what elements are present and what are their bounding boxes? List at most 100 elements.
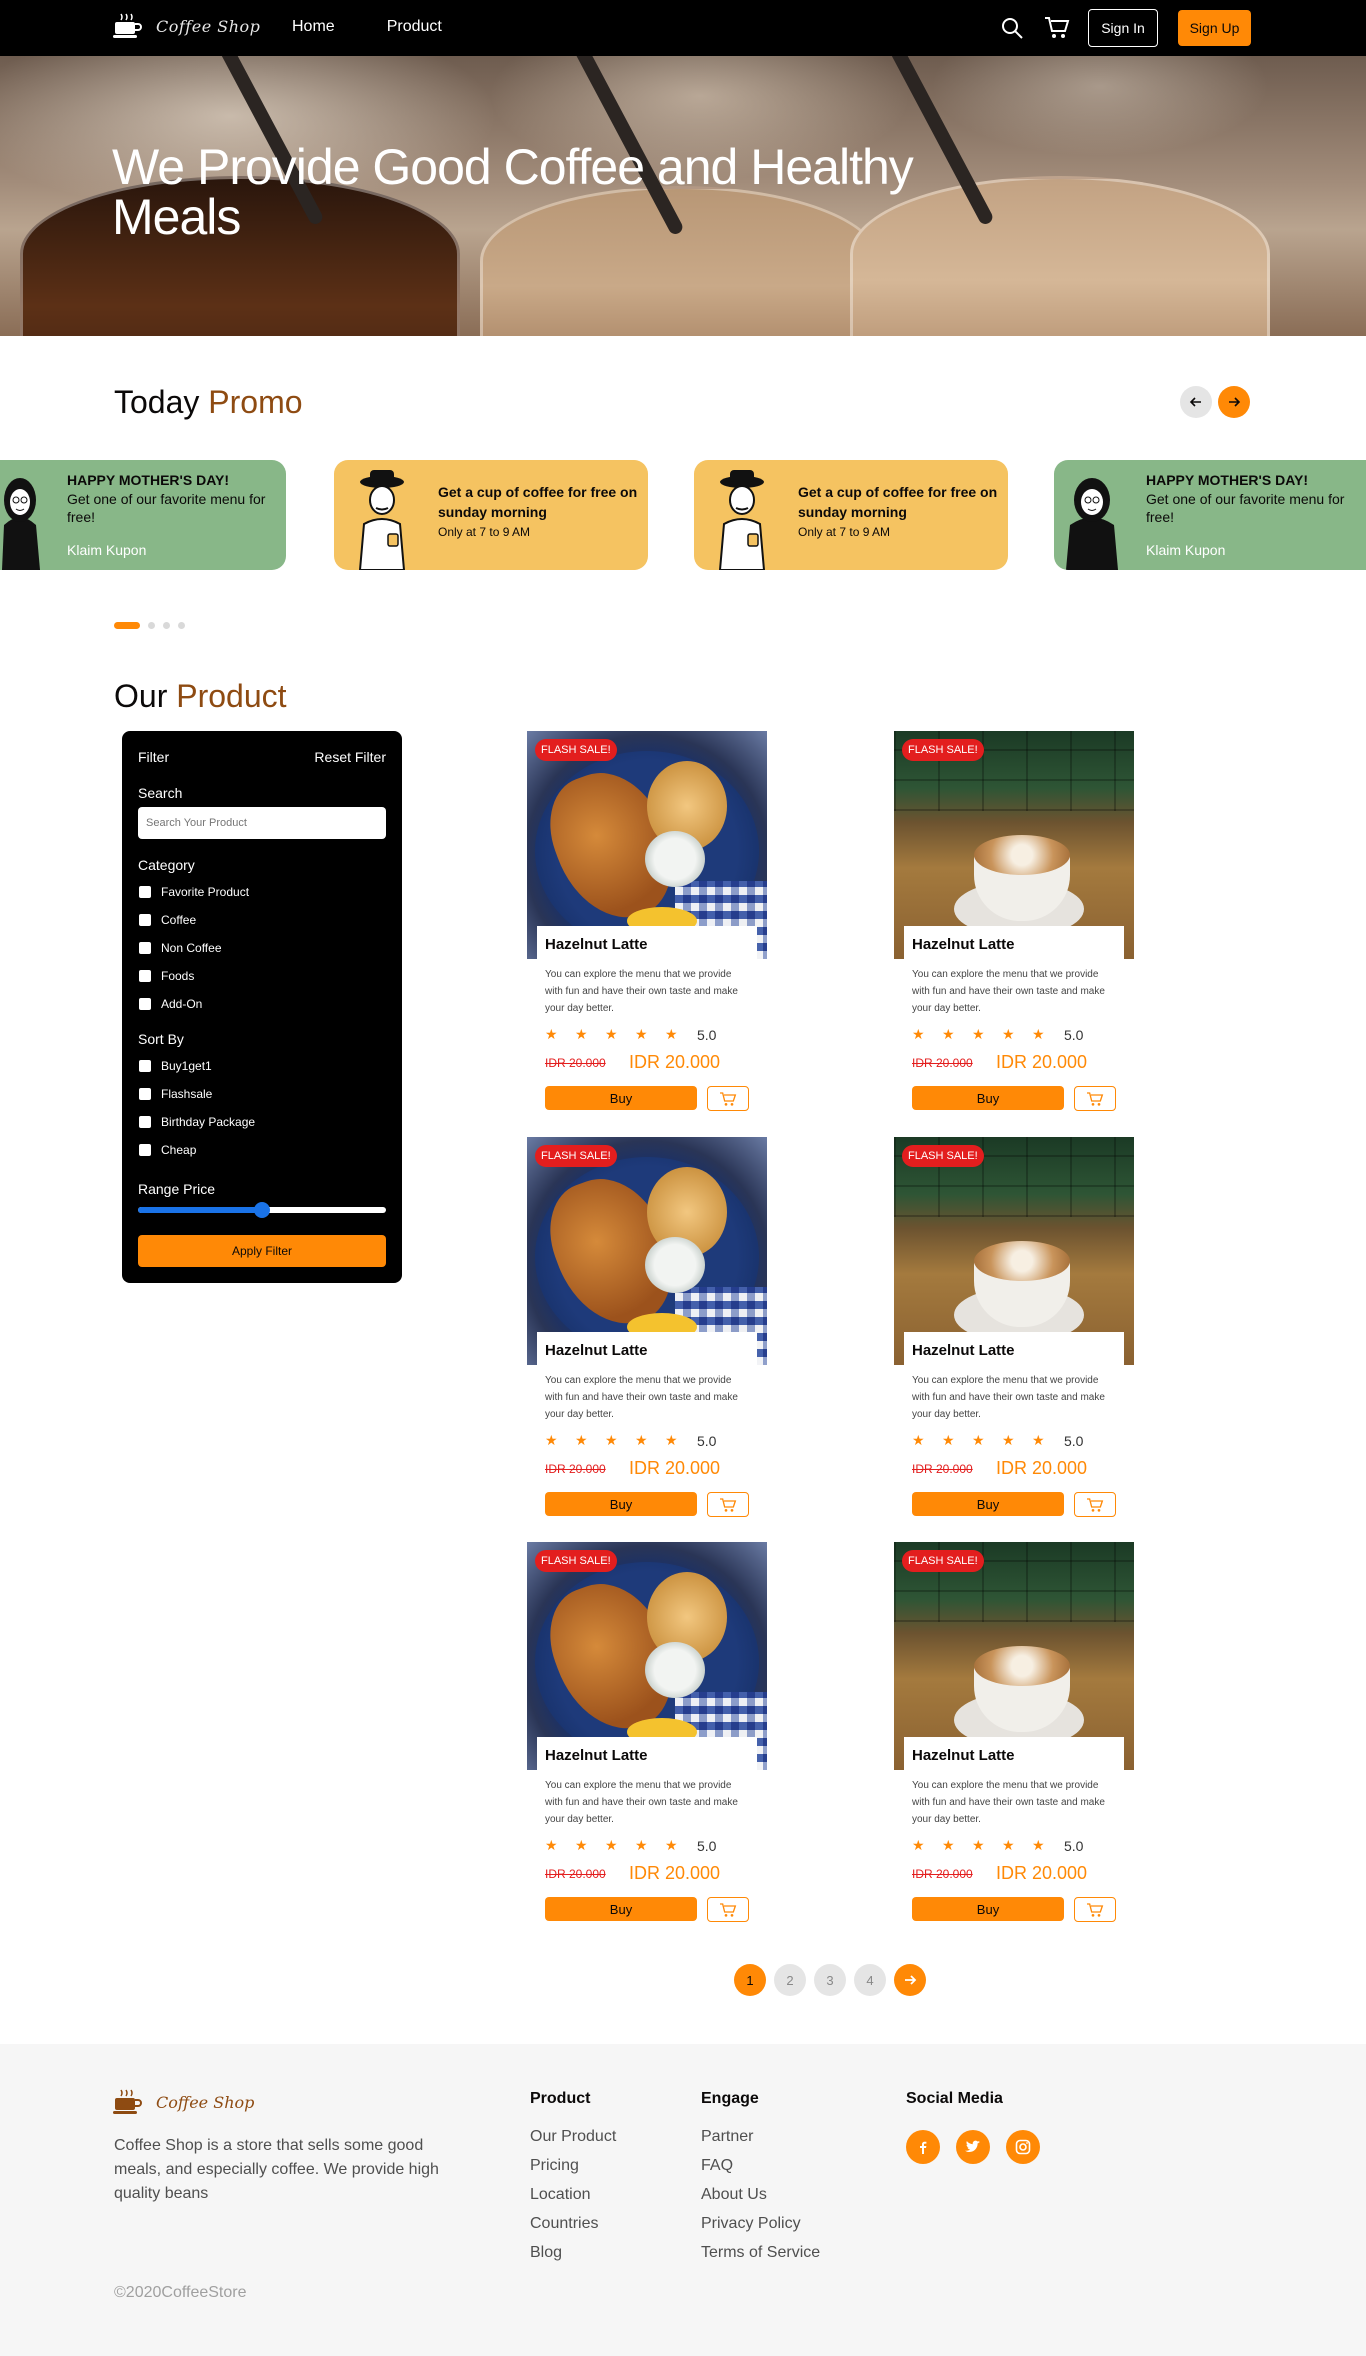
checkbox[interactable] (139, 1144, 151, 1156)
price-range-thumb[interactable] (254, 1202, 270, 1218)
footer-link[interactable]: Partner (701, 2128, 820, 2146)
sign-up-button[interactable]: Sign Up (1178, 10, 1251, 46)
flash-sale-badge: FLASH SALE! (902, 1145, 984, 1167)
category-checkbox[interactable]: Add-On (139, 997, 202, 1011)
footer-link[interactable]: Our Product (530, 2128, 616, 2146)
footer-logo[interactable]: Coffee Shop (112, 2088, 254, 2116)
product-name[interactable]: Hazelnut Latte (912, 1342, 1015, 1359)
footer-link[interactable]: Blog (530, 2244, 616, 2262)
footer-link[interactable]: Terms of Service (701, 2244, 820, 2262)
product-image[interactable] (527, 731, 767, 959)
buy-button[interactable]: Buy (912, 1492, 1064, 1516)
checkbox[interactable] (139, 1060, 151, 1072)
footer-link[interactable]: Location (530, 2186, 616, 2204)
add-to-cart-button[interactable] (707, 1086, 749, 1111)
footer-link[interactable]: Privacy Policy (701, 2215, 820, 2233)
product-image[interactable] (894, 1542, 1134, 1770)
logo[interactable]: Coffee Shop (112, 12, 260, 40)
sort-checkbox[interactable]: Flashsale (139, 1087, 212, 1101)
search-icon[interactable] (1000, 16, 1024, 40)
carousel-dot[interactable] (163, 622, 170, 629)
buy-button[interactable]: Buy (912, 1086, 1064, 1110)
add-to-cart-button[interactable] (1074, 1492, 1116, 1517)
product-card[interactable]: FLASH SALE! Hazelnut Latte You can explore… (894, 731, 1134, 1126)
buy-button[interactable]: Buy (545, 1897, 697, 1921)
promo-card[interactable]: Get a cup of coffee for free on sunday m… (334, 460, 648, 570)
category-checkbox[interactable]: Favorite Product (139, 885, 249, 899)
product-card[interactable]: FLASH SALE! Hazelnut Latte You can explore… (527, 1542, 767, 1937)
star-icon: ★ (942, 1432, 955, 1448)
product-card[interactable]: FLASH SALE! Hazelnut Latte You can explore… (527, 1137, 767, 1532)
sort-checkbox[interactable]: Birthday Package (139, 1115, 255, 1129)
next-page-button[interactable] (894, 1964, 926, 1996)
promo-next-button[interactable] (1218, 386, 1250, 418)
instagram-icon[interactable] (1006, 2130, 1040, 2164)
sign-in-button[interactable]: Sign In (1088, 9, 1158, 47)
sale-price: IDR 20.000 (629, 1863, 721, 1883)
checkbox[interactable] (139, 1116, 151, 1128)
category-option-label: Foods (161, 969, 195, 983)
star-icon: ★ (1002, 1432, 1015, 1448)
category-checkbox[interactable]: Non Coffee (139, 941, 222, 955)
checkbox[interactable] (139, 886, 151, 898)
carousel-dot[interactable] (178, 622, 185, 629)
carousel-dot[interactable] (114, 622, 140, 629)
page-button[interactable]: 3 (814, 1964, 846, 1996)
footer-link[interactable]: Countries (530, 2215, 616, 2233)
product-image[interactable] (894, 731, 1134, 959)
sort-checkbox[interactable]: Cheap (139, 1143, 196, 1157)
nav-product-link[interactable]: Product (387, 18, 442, 36)
promo-card[interactable]: Get a cup of coffee for free on sunday m… (694, 460, 1008, 570)
star-icon: ★ (912, 1432, 925, 1448)
checkbox[interactable] (139, 1088, 151, 1100)
add-to-cart-button[interactable] (707, 1897, 749, 1922)
product-name[interactable]: Hazelnut Latte (545, 936, 648, 953)
cart-icon[interactable] (1044, 15, 1070, 41)
promo-prev-button[interactable] (1180, 386, 1212, 418)
product-name[interactable]: Hazelnut Latte (912, 936, 1015, 953)
product-image[interactable] (527, 1137, 767, 1365)
product-image[interactable] (894, 1137, 1134, 1365)
checkbox[interactable] (139, 970, 151, 982)
carousel-dot[interactable] (148, 622, 155, 629)
page-button[interactable]: 1 (734, 1964, 766, 1996)
add-to-cart-button[interactable] (707, 1492, 749, 1517)
product-card[interactable]: FLASH SALE! Hazelnut Latte You can explore… (527, 731, 767, 1126)
buy-button[interactable]: Buy (912, 1897, 1064, 1921)
page-button[interactable]: 2 (774, 1964, 806, 1996)
buy-button[interactable]: Buy (545, 1086, 697, 1110)
search-input[interactable] (138, 807, 386, 839)
footer-link[interactable]: FAQ (701, 2157, 820, 2175)
checkbox[interactable] (139, 942, 151, 954)
product-name[interactable]: Hazelnut Latte (545, 1342, 648, 1359)
nav-home-link[interactable]: Home (292, 18, 335, 36)
promo-card[interactable]: HAPPY MOTHER'S DAY! Get one of our favor… (1054, 460, 1366, 570)
page-button[interactable]: 4 (854, 1964, 886, 1996)
product-card[interactable]: FLASH SALE! Hazelnut Latte You can explore… (894, 1137, 1134, 1532)
claim-coupon-link[interactable]: Klaim Kupon (67, 542, 146, 558)
copyright: ©2020CoffeeStore (114, 2284, 247, 2301)
apply-filter-button[interactable]: Apply Filter (138, 1235, 386, 1267)
footer-link[interactable]: About Us (701, 2186, 820, 2204)
promo-card-subtitle: Get one of our favorite menu for free! (67, 491, 266, 525)
sort-checkbox[interactable]: Buy1get1 (139, 1059, 212, 1073)
add-to-cart-button[interactable] (1074, 1897, 1116, 1922)
product-name[interactable]: Hazelnut Latte (912, 1747, 1015, 1764)
promo-title-main: Today (114, 384, 200, 420)
product-name[interactable]: Hazelnut Latte (545, 1747, 648, 1764)
facebook-icon[interactable] (906, 2130, 940, 2164)
product-image[interactable] (527, 1542, 767, 1770)
category-checkbox[interactable]: Foods (139, 969, 194, 983)
promo-card[interactable]: HAPPY MOTHER'S DAY! Get one of our favor… (0, 460, 286, 570)
checkbox[interactable] (139, 914, 151, 926)
buy-button[interactable]: Buy (545, 1492, 697, 1516)
coffee-cup-icon (113, 2089, 142, 2114)
add-to-cart-button[interactable] (1074, 1086, 1116, 1111)
claim-coupon-link[interactable]: Klaim Kupon (1146, 542, 1225, 558)
reset-filter-button[interactable]: Reset Filter (314, 749, 386, 765)
footer-link[interactable]: Pricing (530, 2157, 616, 2175)
category-checkbox[interactable]: Coffee (139, 913, 196, 927)
twitter-icon[interactable] (956, 2130, 990, 2164)
checkbox[interactable] (139, 998, 151, 1010)
product-card[interactable]: FLASH SALE! Hazelnut Latte You can explore… (894, 1542, 1134, 1937)
